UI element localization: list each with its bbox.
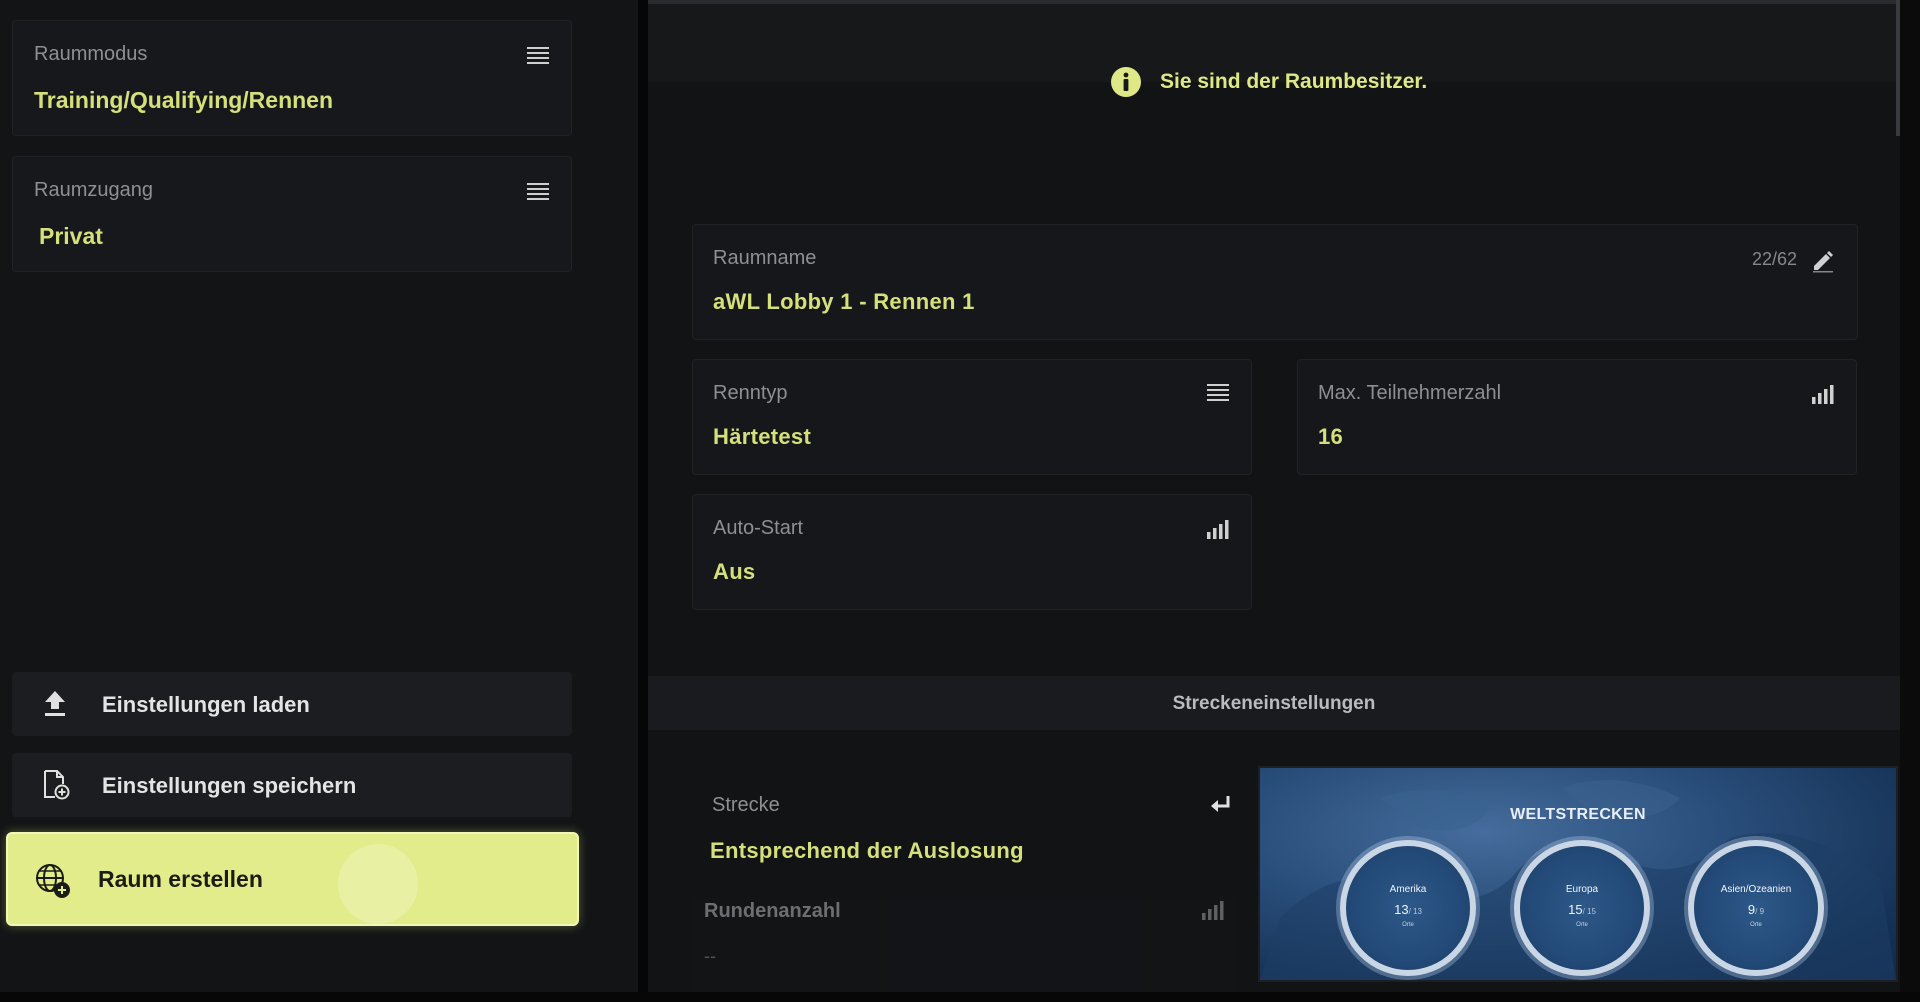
- max-participants-select[interactable]: Max. Teilnehmerzahl 16: [1297, 359, 1857, 475]
- signal-bars-icon: [1202, 900, 1224, 925]
- file-add-icon: [42, 770, 70, 805]
- globe-add-icon: [34, 862, 72, 905]
- create-room-label: Raum erstellen: [98, 866, 263, 892]
- list-icon: [1207, 384, 1229, 407]
- region-count: 15/ 15: [1568, 902, 1596, 917]
- load-settings-button[interactable]: Einstellungen laden: [12, 672, 572, 736]
- world-tracks-title: WELTSTRECKEN: [1510, 806, 1646, 823]
- laps-field[interactable]: Rundenanzahl --: [690, 898, 1236, 994]
- room-access-value: Privat: [39, 223, 103, 249]
- room-mode-value: Training/Qualifying/Rennen: [34, 87, 334, 113]
- region-america-dial[interactable]: Amerika 13/ 13 Orte: [1340, 840, 1476, 976]
- top-line: [648, 0, 1900, 4]
- race-type-label: Renntyp: [713, 382, 788, 404]
- room-name-label: Raumname: [713, 247, 817, 269]
- auto-start-label: Auto-Start: [713, 517, 804, 539]
- room-name-value: aWL Lobby 1 - Rennen 1: [713, 289, 975, 314]
- room-access-select[interactable]: Raumzugang Privat: [12, 156, 572, 272]
- track-settings-title: Streckeneinstellungen: [1172, 693, 1376, 714]
- max-participants-value: 16: [1318, 424, 1344, 449]
- room-mode-select[interactable]: Raummodus Training/Qualifying/Rennen: [12, 20, 572, 136]
- region-unit: Orte: [1750, 922, 1762, 928]
- load-settings-label: Einstellungen laden: [102, 692, 310, 717]
- track-settings-header: Streckeneinstellungen: [648, 676, 1900, 730]
- bottom-bar: [0, 992, 1920, 1002]
- laps-label: Rundenanzahl: [704, 900, 841, 922]
- region-name: Europa: [1565, 884, 1599, 895]
- track-field[interactable]: [690, 770, 1236, 890]
- signal-bars-icon: [1207, 519, 1229, 544]
- region-name: Amerika: [1389, 884, 1427, 895]
- world-tracks-panel[interactable]: WELTSTRECKEN Amerika 13/ 13 Orte Europa …: [1258, 766, 1898, 982]
- room-mode-label: Raummodus: [34, 43, 148, 65]
- click-ripple: [338, 844, 418, 924]
- pencil-icon[interactable]: [1811, 249, 1835, 278]
- room-name-char-count: 22/62: [1751, 249, 1797, 269]
- region-unit: Orte: [1576, 922, 1588, 928]
- save-settings-button[interactable]: Einstellungen speichern: [12, 753, 572, 817]
- owner-notice-text: Sie sind der Raumbesitzer.: [1160, 70, 1428, 93]
- region-name: Asien/Ozeanien: [1720, 884, 1792, 895]
- auto-start-select[interactable]: Auto-Start Aus: [692, 494, 1252, 610]
- signal-bars-icon: [1812, 384, 1834, 409]
- max-participants-label: Max. Teilnehmerzahl: [1318, 382, 1502, 404]
- room-access-label: Raumzugang: [34, 179, 153, 201]
- race-type-value: Härtetest: [713, 424, 812, 449]
- region-asia-oceania-dial[interactable]: Asien/Ozeanien 9/ 9 Orte: [1688, 840, 1824, 976]
- save-settings-label: Einstellungen speichern: [102, 773, 357, 798]
- track-label: Strecke: [712, 794, 780, 816]
- region-europe-dial[interactable]: Europa 15/ 15 Orte: [1514, 840, 1650, 976]
- create-room-button[interactable]: Raum erstellen: [6, 832, 579, 926]
- region-unit: Orte: [1402, 922, 1414, 928]
- info-icon: [1110, 66, 1142, 103]
- auto-start-value: Aus: [713, 559, 756, 584]
- upload-icon: [42, 689, 68, 722]
- panel-divider: [638, 0, 648, 992]
- right-edge: [1900, 0, 1920, 1002]
- list-icon: [527, 183, 549, 206]
- return-icon[interactable]: [1208, 794, 1232, 821]
- track-value: Entsprechend der Auslosung: [710, 838, 1024, 863]
- race-type-select[interactable]: Renntyp Härtetest: [692, 359, 1252, 475]
- laps-value: --: [704, 946, 716, 966]
- list-icon: [527, 47, 549, 70]
- region-count: 9/ 9: [1747, 902, 1765, 917]
- room-name-field[interactable]: Raumname aWL Lobby 1 - Rennen 1 22/62: [692, 224, 1858, 340]
- region-count: 13/ 13: [1394, 902, 1422, 917]
